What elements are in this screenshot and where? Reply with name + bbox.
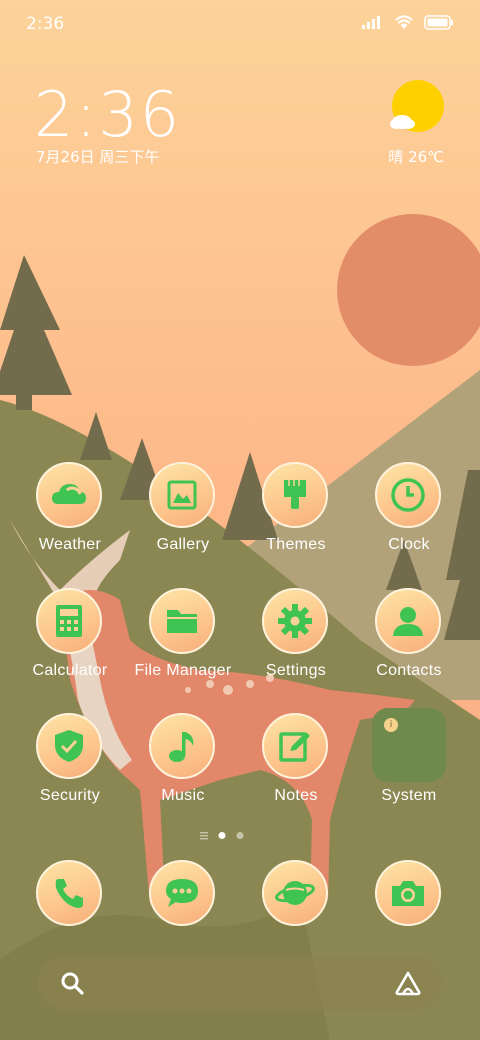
app-calculator[interactable]: Calculator	[10, 588, 130, 698]
folder-group-icon[interactable]: i	[372, 708, 446, 782]
page-list-icon	[200, 832, 208, 840]
app-contacts[interactable]: Contacts	[349, 588, 469, 698]
page-dot	[236, 832, 244, 839]
app-themes[interactable]: Themes	[236, 462, 356, 572]
clock-icon	[391, 478, 425, 512]
weather-text: 晴 26℃	[388, 148, 444, 166]
widget-weather[interactable]: 晴 26℃	[384, 80, 444, 170]
signal-icon	[362, 16, 380, 29]
search-bar[interactable]	[38, 956, 442, 1010]
app-security[interactable]: Security	[10, 713, 130, 823]
folder-icon	[167, 610, 197, 633]
messages-app-icon[interactable]	[149, 860, 215, 926]
battery-icon	[424, 14, 453, 30]
weather-app-icon[interactable]	[36, 462, 102, 528]
phone-icon	[55, 879, 83, 908]
security-app-icon[interactable]	[36, 713, 102, 779]
planet-icon	[275, 881, 315, 905]
page-dot-active	[218, 832, 226, 839]
brush-icon	[284, 480, 306, 509]
calculator-icon	[56, 605, 82, 637]
status-bar: 2:36	[0, 0, 480, 50]
person-icon	[393, 607, 423, 636]
music-app-icon[interactable]	[149, 713, 215, 779]
widget-date: 7月26日 周三下午	[36, 148, 160, 166]
app-label: Clock	[388, 536, 430, 553]
sunny-cloud-icon	[390, 80, 444, 132]
widget-clock[interactable]: 2:36	[34, 78, 181, 151]
browser-app-icon[interactable]	[262, 860, 328, 926]
phone-app-icon[interactable]	[36, 860, 102, 926]
gear-icon	[278, 604, 312, 638]
page-indicator[interactable]	[200, 830, 280, 842]
calculator-app-icon[interactable]	[36, 588, 102, 654]
dock-phone[interactable]	[10, 860, 130, 970]
dock-messages[interactable]	[123, 860, 243, 970]
wifi-icon	[395, 15, 413, 29]
gallery-app-icon[interactable]	[149, 462, 215, 528]
app-label: Contacts	[376, 662, 442, 679]
settings-app-icon[interactable]	[262, 588, 328, 654]
folder-app-icon: i	[384, 718, 398, 732]
search-icon[interactable]	[60, 971, 84, 995]
weather-icon	[52, 484, 86, 504]
clock-app-icon[interactable]	[375, 462, 441, 528]
music-note-icon	[169, 732, 194, 762]
status-icons	[362, 14, 454, 30]
gallery-icon	[167, 480, 197, 510]
camera-app-icon[interactable]	[375, 860, 441, 926]
contacts-app-icon[interactable]	[375, 588, 441, 654]
app-settings[interactable]: Settings	[236, 588, 356, 698]
app-clock[interactable]: Clock	[349, 462, 469, 572]
status-time: 2:36	[26, 14, 65, 34]
camera-icon	[392, 881, 424, 906]
app-music[interactable]: Music	[123, 713, 243, 823]
notes-app-icon[interactable]	[262, 713, 328, 779]
dock-camera[interactable]	[349, 860, 469, 970]
app-file-manager[interactable]: File Manager	[123, 588, 243, 698]
app-label: System	[381, 787, 437, 804]
pencil-note-icon	[279, 732, 310, 762]
chat-bubble-icon	[166, 879, 198, 907]
themes-app-icon[interactable]	[262, 462, 328, 528]
assistant-icon[interactable]	[394, 970, 422, 996]
app-notes[interactable]: Notes	[236, 713, 356, 823]
app-gallery[interactable]: Gallery	[123, 462, 243, 572]
shield-check-icon	[55, 730, 83, 762]
dock-browser[interactable]	[236, 860, 356, 970]
file-manager-app-icon[interactable]	[149, 588, 215, 654]
app-weather[interactable]: Weather	[10, 462, 130, 572]
